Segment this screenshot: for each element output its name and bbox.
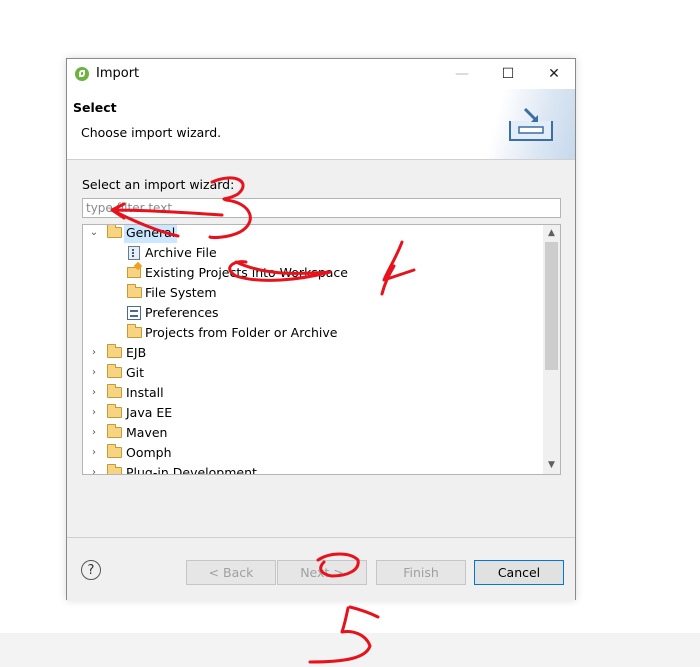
minimize-button[interactable]: — bbox=[439, 59, 485, 89]
tree-item-java-ee[interactable]: › Java EE bbox=[83, 403, 543, 423]
chevron-right-icon[interactable]: › bbox=[89, 463, 99, 474]
chevron-right-icon[interactable]: › bbox=[89, 423, 99, 443]
close-button[interactable]: ✕ bbox=[531, 59, 577, 89]
background-strip bbox=[0, 633, 700, 667]
scroll-up-icon[interactable]: ▲ bbox=[543, 225, 560, 242]
wizard-header: Select Choose import wizard. bbox=[67, 89, 575, 160]
wizard-select-label: Select an import wizard: bbox=[82, 177, 235, 192]
tree-item-label: Archive File bbox=[145, 245, 217, 260]
tree-item-label: Oomph bbox=[126, 445, 172, 460]
existing-projects-icon bbox=[127, 267, 141, 278]
folder-icon bbox=[107, 384, 122, 398]
tree-item-label: Git bbox=[126, 365, 145, 380]
tree-item-label: File System bbox=[145, 285, 217, 300]
spring-leaf-icon bbox=[75, 67, 89, 81]
folder-icon bbox=[127, 284, 142, 298]
filter-input[interactable] bbox=[82, 198, 561, 218]
projects-folder-icon bbox=[127, 324, 142, 338]
archive-file-icon bbox=[128, 246, 140, 260]
tree-item-general[interactable]: ⌄ General bbox=[83, 225, 543, 243]
header-title: Select bbox=[73, 100, 117, 115]
header-banner bbox=[465, 89, 575, 159]
header-description: Choose import wizard. bbox=[81, 125, 222, 140]
next-button[interactable]: Next > bbox=[277, 560, 367, 585]
tree-item-label: Install bbox=[126, 385, 164, 400]
button-bar: ? < Back Next > Finish Cancel bbox=[67, 537, 575, 601]
tree-item-label: Plug-in Development bbox=[126, 465, 257, 475]
folder-icon bbox=[107, 424, 122, 438]
folder-open-icon bbox=[107, 225, 122, 238]
tree-item-label: Java EE bbox=[126, 405, 173, 420]
tree-item-ejb[interactable]: › EJB bbox=[83, 343, 543, 363]
folder-icon bbox=[107, 344, 122, 358]
maximize-button[interactable]: ☐ bbox=[485, 59, 531, 89]
tree-item-preferences[interactable]: Preferences bbox=[83, 303, 543, 323]
tree-item-archive-file[interactable]: Archive File bbox=[83, 243, 543, 263]
tree-item-plugin-development[interactable]: › Plug-in Development bbox=[83, 463, 543, 475]
folder-icon bbox=[107, 464, 122, 474]
folder-icon bbox=[107, 444, 122, 458]
import-dialog: Import — ☐ ✕ Select Choose import wizard… bbox=[66, 58, 576, 601]
folder-icon bbox=[107, 404, 122, 418]
tree-item-label: Maven bbox=[126, 425, 168, 440]
tree-item-projects-from-folder[interactable]: Projects from Folder or Archive bbox=[83, 323, 543, 343]
chevron-right-icon[interactable]: › bbox=[89, 363, 99, 383]
tree-item-label: Existing Projects into Workspace bbox=[145, 265, 348, 280]
tree-item-maven[interactable]: › Maven bbox=[83, 423, 543, 443]
scroll-thumb[interactable] bbox=[545, 242, 558, 370]
scroll-down-icon[interactable]: ▼ bbox=[543, 457, 560, 474]
tree-scrollbar[interactable]: ▲ ▼ bbox=[543, 225, 560, 474]
tree-item-label: EJB bbox=[126, 345, 147, 360]
tree-item-install[interactable]: › Install bbox=[83, 383, 543, 403]
tree-item-existing-projects[interactable]: Existing Projects into Workspace bbox=[83, 263, 543, 283]
back-button[interactable]: < Back bbox=[186, 560, 276, 585]
finish-button[interactable]: Finish bbox=[376, 560, 466, 585]
cancel-button[interactable]: Cancel bbox=[474, 560, 564, 585]
chevron-right-icon[interactable]: › bbox=[89, 343, 99, 363]
tree-item-git[interactable]: › Git bbox=[83, 363, 543, 383]
preferences-icon bbox=[127, 306, 141, 320]
tree-item-label: Projects from Folder or Archive bbox=[145, 325, 338, 340]
chevron-right-icon[interactable]: › bbox=[89, 403, 99, 423]
tree-item-label: General bbox=[124, 225, 178, 243]
help-icon[interactable]: ? bbox=[81, 560, 101, 580]
import-wizard-icon bbox=[509, 107, 553, 141]
chevron-right-icon[interactable]: › bbox=[89, 383, 99, 403]
tree-item-label: Preferences bbox=[145, 305, 219, 320]
chevron-down-icon[interactable]: ⌄ bbox=[89, 225, 99, 243]
folder-icon bbox=[107, 364, 122, 378]
window-title: Import bbox=[96, 66, 140, 81]
title-bar: Import — ☐ ✕ bbox=[67, 59, 575, 89]
wizard-tree: ⌄ General Archive File Existing Projects… bbox=[82, 224, 561, 475]
tree-item-file-system[interactable]: File System bbox=[83, 283, 543, 303]
chevron-right-icon[interactable]: › bbox=[89, 443, 99, 463]
tree-item-oomph[interactable]: › Oomph bbox=[83, 443, 543, 463]
